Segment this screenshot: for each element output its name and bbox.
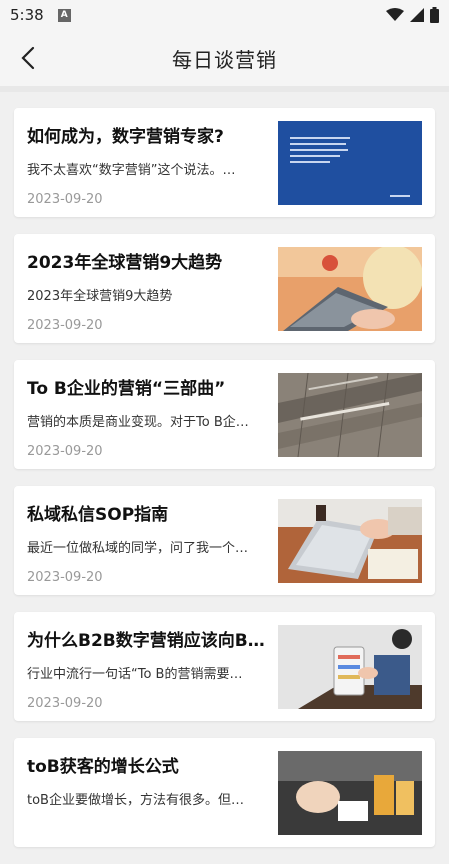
article-card[interactable]: 私域私信SOP指南 最近一位做私域的同学，问了我一个… 2023-09-20 — [14, 486, 435, 595]
desk-laptop-photo — [278, 499, 422, 583]
wifi-icon — [386, 8, 404, 21]
article-date: 2023-09-20 — [27, 192, 103, 207]
article-card[interactable]: 如何成为，数字营销专家? 我不太喜欢“数字营销”这个说法。… 2023-09-2… — [14, 108, 435, 217]
article-excerpt: 营销的本质是商业变现。对于To B企… — [27, 415, 249, 430]
article-title: 如何成为，数字营销专家? — [27, 127, 224, 147]
back-button[interactable] — [14, 44, 42, 72]
article-date: 2023-09-20 — [27, 570, 103, 585]
notification-app-icon: A — [57, 8, 71, 22]
article-date: 2023-09-20 — [27, 696, 103, 711]
battery-icon — [430, 7, 439, 23]
blue-slide-image — [278, 121, 422, 205]
header-divider — [0, 86, 449, 92]
article-excerpt: 最近一位做私域的同学，问了我一个… — [27, 541, 249, 556]
pavement-look-right-photo — [278, 373, 422, 457]
status-bar: 5:38 A — [0, 0, 449, 30]
article-card[interactable]: toB获客的增长公式 toB企业要做增长，方法有很多。但… — [14, 738, 435, 847]
status-time: 5:38 — [10, 6, 44, 24]
article-title: toB获客的增长公式 — [27, 757, 179, 777]
article-title: 2023年全球营销9大趋势 — [27, 253, 223, 273]
article-excerpt: 行业中流行一句话“To B的营销需要… — [27, 667, 243, 682]
page-title: 每日谈营销 — [172, 47, 277, 72]
article-title: 为什么B2B数字营销应该向B… — [27, 631, 265, 651]
article-card[interactable]: To B企业的营销“三部曲” 营销的本质是商业变现。对于To B企… 2023-… — [14, 360, 435, 469]
laptop-photo — [278, 247, 422, 331]
article-title: To B企业的营销“三部曲” — [27, 379, 226, 399]
cafe-drinks-photo — [278, 751, 422, 835]
article-card[interactable]: 为什么B2B数字营销应该向B… 行业中流行一句话“To B的营销需要… 2023… — [14, 612, 435, 721]
article-title: 私域私信SOP指南 — [27, 505, 169, 525]
back-arrow-icon — [21, 46, 35, 70]
signal-icon — [410, 8, 424, 22]
article-date: 2023-09-20 — [27, 444, 103, 459]
article-date: 2023-09-20 — [27, 318, 103, 333]
article-card[interactable]: 2023年全球营销9大趋势 2023年全球营销9大趋势 2023-09-20 — [14, 234, 435, 343]
article-list: 如何成为，数字营销专家? 我不太喜欢“数字营销”这个说法。… 2023-09-2… — [14, 108, 435, 864]
app-bar: 每日谈营销 — [0, 30, 449, 86]
article-excerpt: 2023年全球营销9大趋势 — [27, 289, 173, 304]
article-excerpt: 我不太喜欢“数字营销”这个说法。… — [27, 163, 236, 178]
phone-reading-photo — [278, 625, 422, 709]
